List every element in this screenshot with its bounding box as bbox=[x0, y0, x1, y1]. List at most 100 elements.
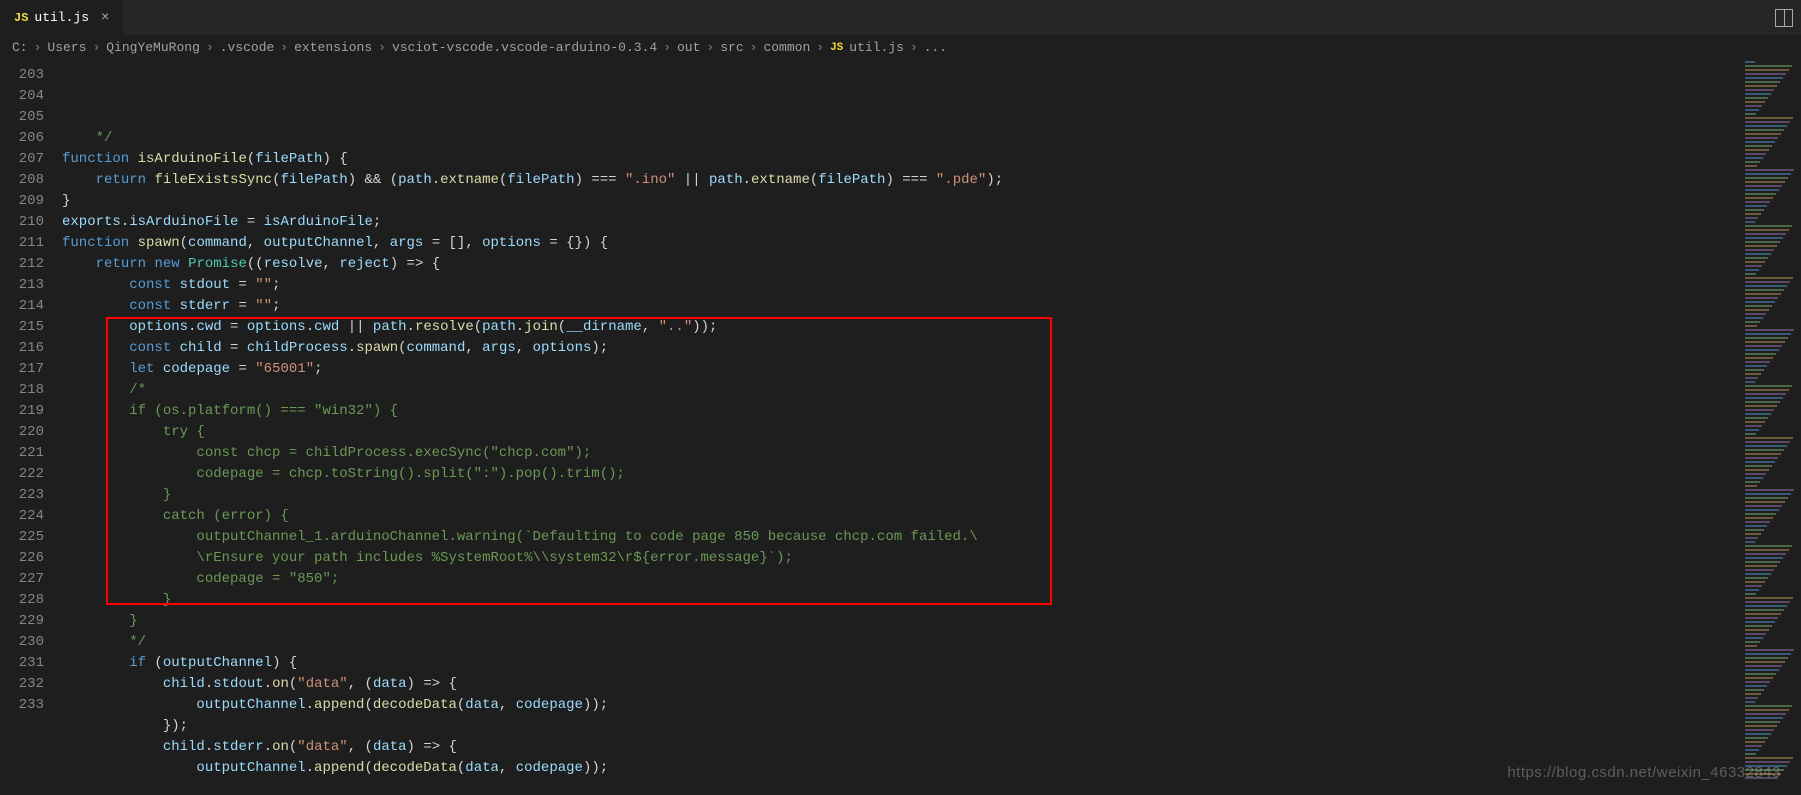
minimap-line bbox=[1745, 353, 1776, 355]
breadcrumb-segment[interactable]: out bbox=[677, 40, 700, 55]
code-line[interactable]: } bbox=[62, 611, 1741, 632]
code-line[interactable]: exports.isArduinoFile = isArduinoFile; bbox=[62, 212, 1741, 233]
minimap-line bbox=[1745, 417, 1768, 419]
minimap-line bbox=[1745, 273, 1756, 275]
minimap-line bbox=[1745, 365, 1767, 367]
minimap-line bbox=[1745, 377, 1758, 379]
minimap-line bbox=[1745, 105, 1762, 107]
minimap-line bbox=[1745, 381, 1755, 383]
code-line[interactable]: child.stderr.on("data", (data) => { bbox=[62, 737, 1741, 758]
line-number: 213 bbox=[0, 275, 44, 296]
minimap-line bbox=[1745, 325, 1757, 327]
minimap-line bbox=[1745, 261, 1765, 263]
chevron-right-icon: › bbox=[378, 40, 386, 55]
code-line[interactable]: try { bbox=[62, 422, 1741, 443]
code-line[interactable]: outputChannel_1.arduinoChannel.warning(`… bbox=[62, 527, 1741, 548]
code-line[interactable]: function spawn(command, outputChannel, a… bbox=[62, 233, 1741, 254]
code-line[interactable]: if (os.platform() === "win32") { bbox=[62, 401, 1741, 422]
code-line[interactable]: codepage = chcp.toString().split(":").po… bbox=[62, 464, 1741, 485]
code-line[interactable]: } bbox=[62, 590, 1741, 611]
breadcrumb-segment[interactable]: src bbox=[720, 40, 743, 55]
breadcrumb-segment[interactable]: QingYeMuRong bbox=[106, 40, 200, 55]
minimap-line bbox=[1745, 113, 1756, 115]
code-line[interactable]: return new Promise((resolve, reject) => … bbox=[62, 254, 1741, 275]
code-line[interactable]: return fileExistsSync(filePath) && (path… bbox=[62, 170, 1741, 191]
minimap-line bbox=[1745, 521, 1770, 523]
minimap[interactable] bbox=[1741, 61, 1801, 795]
code-line[interactable]: const stdout = ""; bbox=[62, 275, 1741, 296]
minimap-line bbox=[1745, 525, 1767, 527]
breadcrumb-segment[interactable]: extensions bbox=[294, 40, 372, 55]
tab-filename: util.js bbox=[34, 10, 89, 25]
breadcrumb-segment[interactable]: common bbox=[763, 40, 810, 55]
code-line[interactable]: const stderr = ""; bbox=[62, 296, 1741, 317]
minimap-line bbox=[1745, 749, 1759, 751]
minimap-line bbox=[1745, 89, 1774, 91]
minimap-line bbox=[1745, 69, 1789, 71]
code-line[interactable]: /* bbox=[62, 380, 1741, 401]
code-line[interactable]: outputChannel.append(decodeData(data, co… bbox=[62, 695, 1741, 716]
code-line[interactable]: function isArduinoFile(filePath) { bbox=[62, 149, 1741, 170]
code-line[interactable]: outputChannel.append(decodeData(data, co… bbox=[62, 758, 1741, 779]
minimap-line bbox=[1745, 297, 1778, 299]
breadcrumb-trail[interactable]: ... bbox=[924, 40, 947, 55]
minimap-line bbox=[1745, 629, 1769, 631]
code-line[interactable]: */ bbox=[62, 128, 1741, 149]
minimap-line bbox=[1745, 757, 1793, 759]
code-line[interactable]: codepage = "850"; bbox=[62, 569, 1741, 590]
minimap-line bbox=[1745, 493, 1791, 495]
close-icon[interactable]: × bbox=[101, 10, 109, 26]
minimap-line bbox=[1745, 177, 1788, 179]
code-line[interactable]: catch (error) { bbox=[62, 506, 1741, 527]
minimap-line bbox=[1745, 373, 1761, 375]
code-line[interactable]: } bbox=[62, 485, 1741, 506]
minimap-line bbox=[1745, 557, 1783, 559]
minimap-line bbox=[1745, 669, 1779, 671]
minimap-line bbox=[1745, 725, 1777, 727]
breadcrumb-segment[interactable]: vsciot-vscode.vscode-arduino-0.3.4 bbox=[392, 40, 657, 55]
breadcrumb-file[interactable]: util.js bbox=[849, 40, 904, 55]
line-number: 214 bbox=[0, 296, 44, 317]
minimap-line bbox=[1745, 201, 1770, 203]
breadcrumb-segment[interactable]: Users bbox=[47, 40, 86, 55]
minimap-line bbox=[1745, 65, 1792, 67]
line-number: 206 bbox=[0, 128, 44, 149]
minimap-line bbox=[1745, 457, 1778, 459]
minimap-line bbox=[1745, 429, 1759, 431]
line-number: 223 bbox=[0, 485, 44, 506]
code-line[interactable]: child.stdout.on("data", (data) => { bbox=[62, 674, 1741, 695]
code-line[interactable]: options.cwd = options.cwd || path.resolv… bbox=[62, 317, 1741, 338]
code-line[interactable]: const chcp = childProcess.execSync("chcp… bbox=[62, 443, 1741, 464]
code-line[interactable]: \rEnsure your path includes %SystemRoot%… bbox=[62, 548, 1741, 569]
tab-util-js[interactable]: JS util.js × bbox=[0, 0, 124, 35]
code-line[interactable]: }); bbox=[62, 716, 1741, 737]
minimap-line bbox=[1745, 701, 1755, 703]
chevron-right-icon: › bbox=[206, 40, 214, 55]
breadcrumbs[interactable]: C:›Users›QingYeMuRong›.vscode›extensions… bbox=[0, 35, 1801, 61]
minimap-line bbox=[1745, 573, 1771, 575]
chevron-right-icon: › bbox=[910, 40, 918, 55]
minimap-line bbox=[1745, 85, 1777, 87]
split-editor-icon[interactable] bbox=[1775, 9, 1793, 27]
code-area[interactable]: */function isArduinoFile(filePath) { ret… bbox=[62, 61, 1741, 795]
breadcrumb-segment[interactable]: .vscode bbox=[220, 40, 275, 55]
minimap-line bbox=[1745, 197, 1773, 199]
minimap-line bbox=[1745, 553, 1786, 555]
line-number: 218 bbox=[0, 380, 44, 401]
minimap-line bbox=[1745, 125, 1787, 127]
minimap-line bbox=[1745, 329, 1794, 331]
line-number: 211 bbox=[0, 233, 44, 254]
breadcrumb-segment[interactable]: C: bbox=[12, 40, 28, 55]
code-line[interactable]: if (outputChannel) { bbox=[62, 653, 1741, 674]
minimap-line bbox=[1745, 625, 1772, 627]
minimap-line bbox=[1745, 309, 1769, 311]
minimap-line bbox=[1745, 401, 1780, 403]
minimap-line bbox=[1745, 81, 1780, 83]
minimap-line bbox=[1745, 565, 1777, 567]
code-line[interactable]: */ bbox=[62, 632, 1741, 653]
code-line[interactable]: let codepage = "65001"; bbox=[62, 359, 1741, 380]
code-line[interactable]: } bbox=[62, 191, 1741, 212]
code-line[interactable]: const child = childProcess.spawn(command… bbox=[62, 338, 1741, 359]
minimap-line bbox=[1745, 621, 1775, 623]
minimap-line bbox=[1745, 97, 1768, 99]
